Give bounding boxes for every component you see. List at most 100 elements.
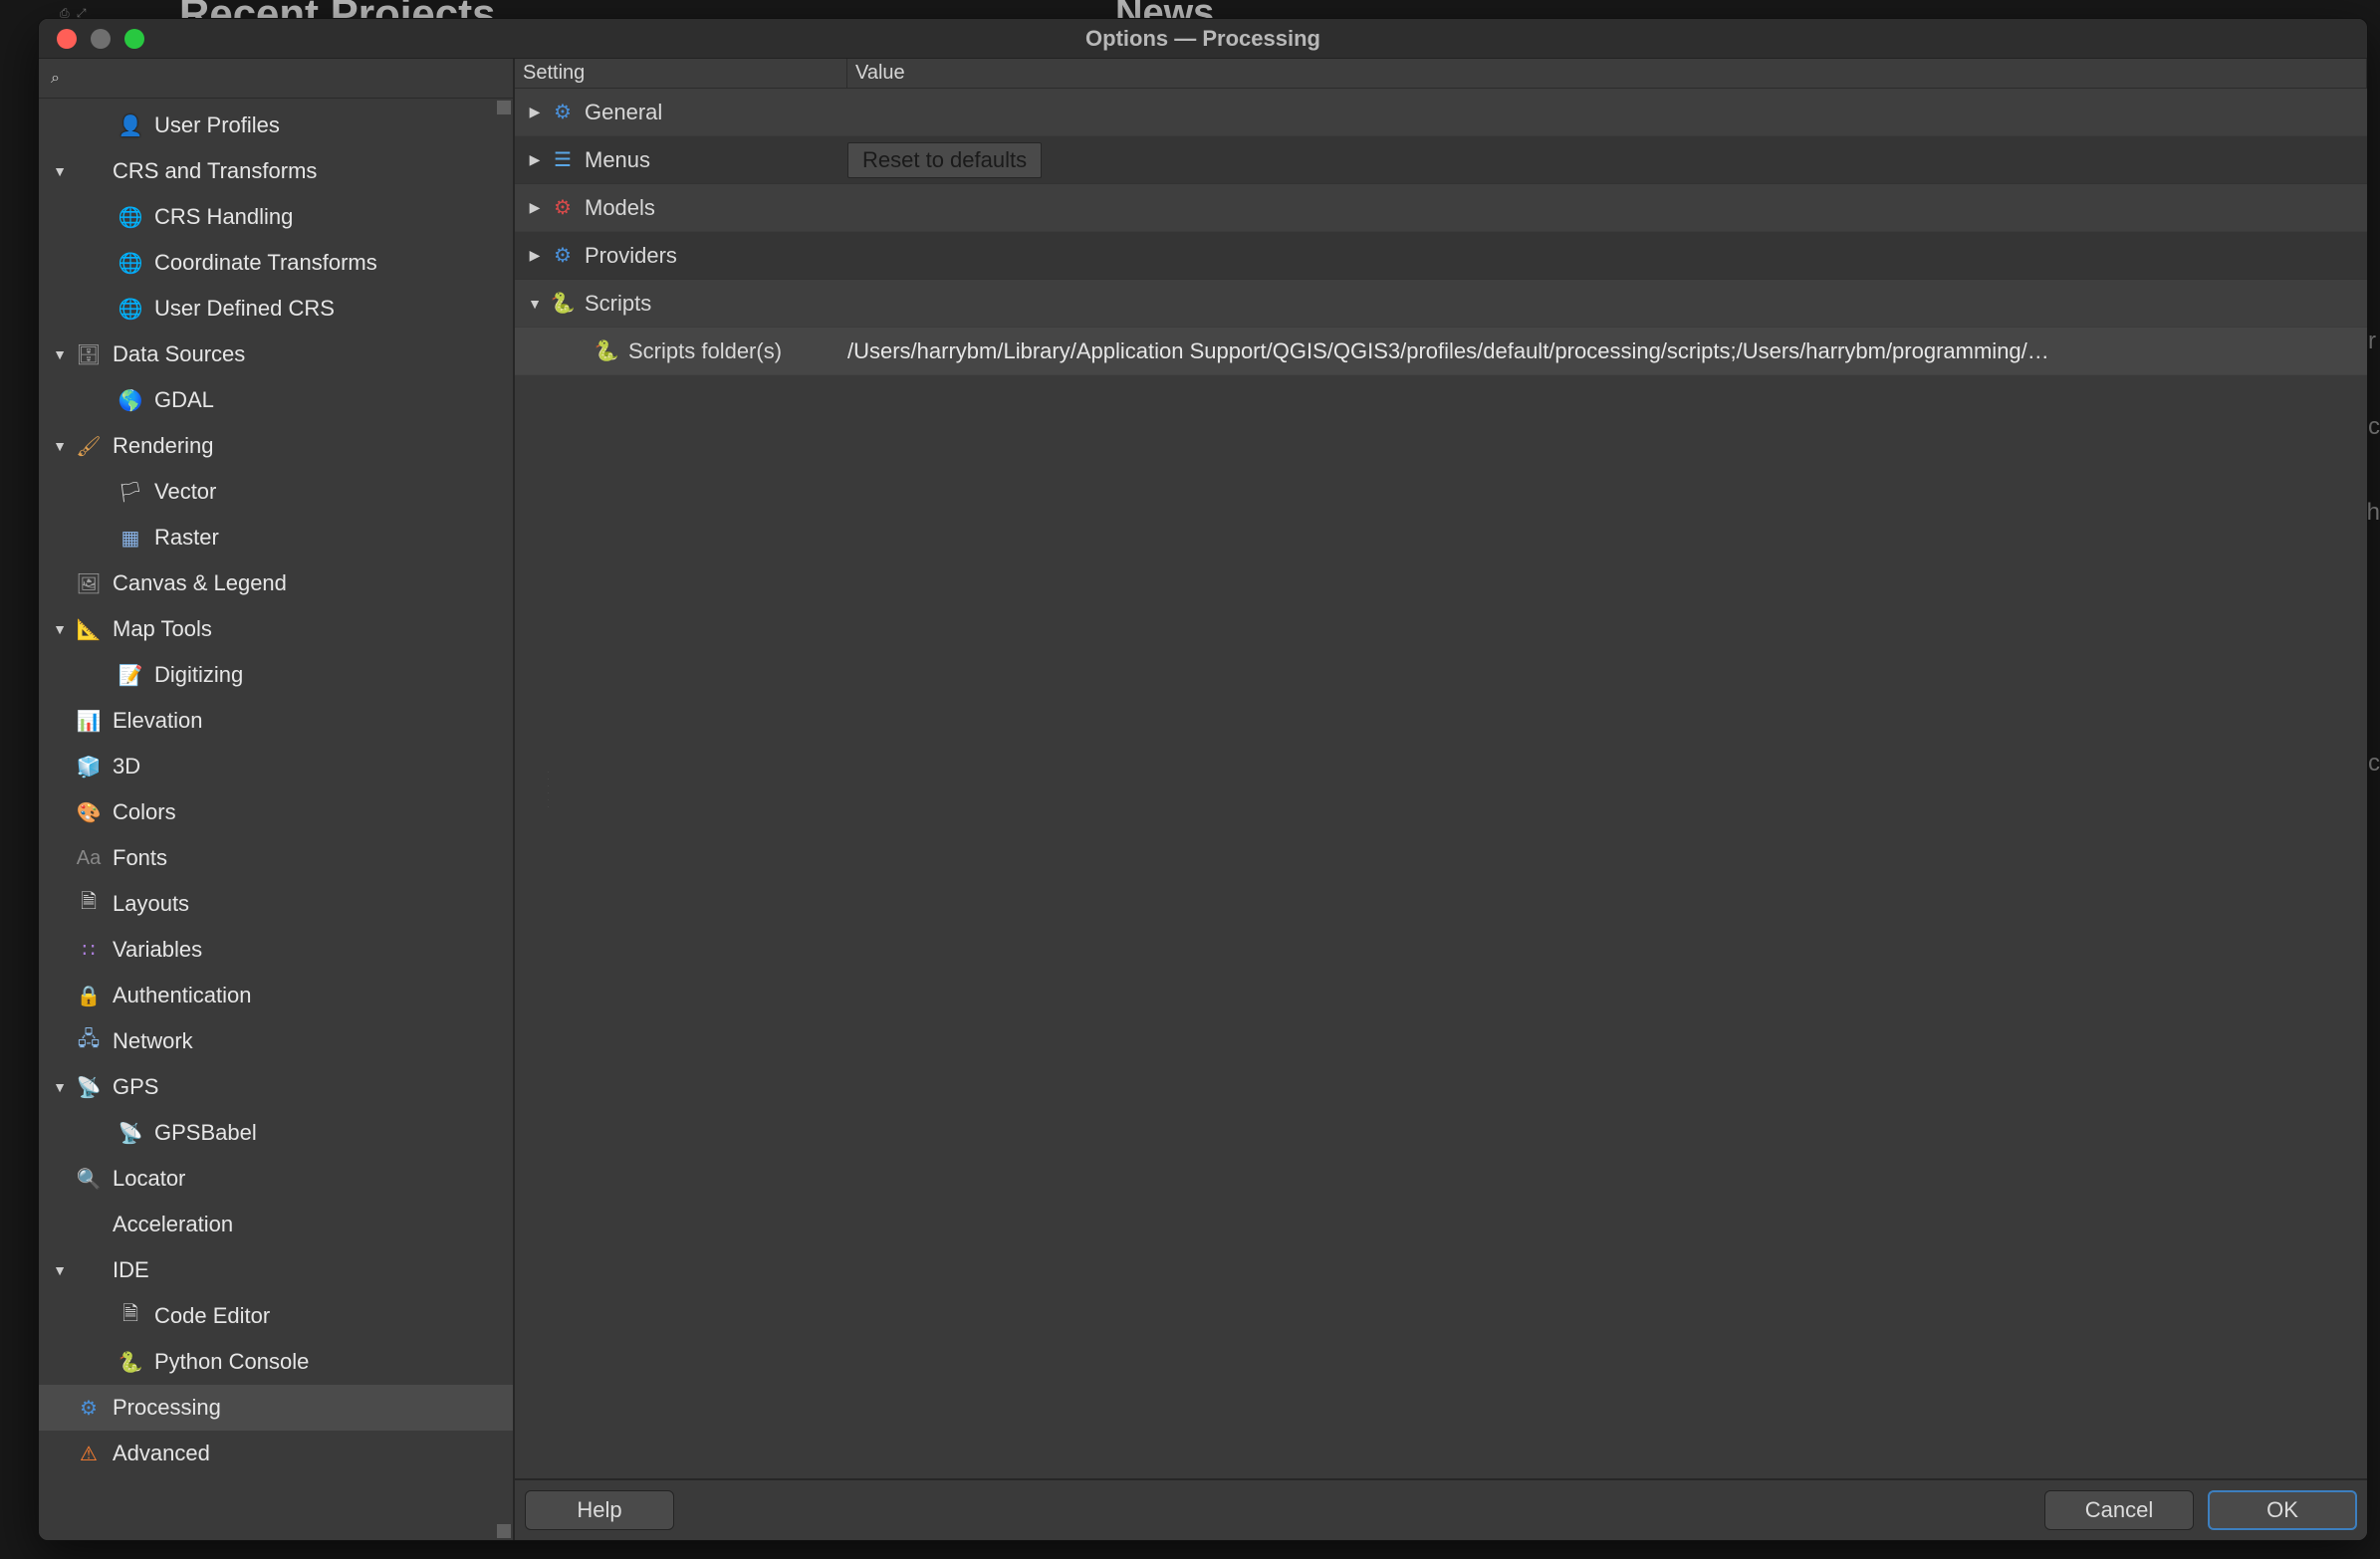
disclosure-icon[interactable]: ▶ xyxy=(521,151,549,168)
gpsbabel-icon: 📡 xyxy=(117,1119,144,1147)
sidebar-item-python-console[interactable]: ▶🐍Python Console xyxy=(39,1339,513,1385)
sidebar-item-code-editor[interactable]: ▶🗎Code Editor xyxy=(39,1293,513,1339)
disclosure-icon[interactable]: ▶ xyxy=(521,104,549,120)
sidebar-item-gps[interactable]: ▼📡 GPS xyxy=(39,1064,513,1110)
sidebar-item-user-defined-crs[interactable]: ▶🌐User Defined CRS xyxy=(39,286,513,332)
setting-row-scripts[interactable]: ▼🐍Scripts xyxy=(515,280,2367,328)
sidebar-item-coord-transforms[interactable]: ▶🌐Coordinate Transforms xyxy=(39,240,513,286)
fonts-icon: Aa xyxy=(75,844,103,872)
reset-defaults-button[interactable]: Reset to defaults xyxy=(847,142,1042,178)
col-value-header[interactable]: Value xyxy=(847,59,2367,89)
sidebar-item-3d[interactable]: ▶🧊3D xyxy=(39,744,513,789)
sidebar-item-colors[interactable]: ▶🎨Colors xyxy=(39,789,513,835)
setting-row-general[interactable]: ▶⚙ General xyxy=(515,89,2367,136)
setting-label: Scripts xyxy=(585,291,651,317)
sidebar-item-acceleration[interactable]: ▶Acceleration xyxy=(39,1202,513,1247)
sidebar-item-label: User Profiles xyxy=(154,112,280,138)
sidebar: ⌕ ▶👤User Profiles ▼ CRS and Transforms ▶🌐CR… xyxy=(39,59,515,1540)
sidebar-item-label: GPS xyxy=(113,1074,158,1100)
search-input[interactable] xyxy=(66,67,507,90)
locator-icon: 🔍 xyxy=(75,1165,103,1193)
setting-row-providers[interactable]: ▶⚙Providers xyxy=(515,232,2367,280)
disclosure-icon[interactable]: ▼ xyxy=(45,1079,75,1095)
processing-icon: ⚙ xyxy=(75,1394,103,1422)
sidebar-item-label: GDAL xyxy=(154,387,214,413)
disclosure-icon[interactable]: ▼ xyxy=(45,163,75,179)
col-setting-header[interactable]: Setting xyxy=(515,59,847,89)
sidebar-item-label: Acceleration xyxy=(113,1212,233,1237)
titlebar: Options — Processing xyxy=(39,19,2367,59)
search-wrap: ⌕ xyxy=(39,59,513,99)
setting-row-scripts-folders[interactable]: 🐍 Scripts folder(s) /Users/harrybm/Library… xyxy=(515,328,2367,375)
sidebar-item-processing[interactable]: ▶⚙Processing xyxy=(39,1385,513,1431)
sidebar-item-rendering[interactable]: ▼🖌Rendering xyxy=(39,423,513,469)
user-defined-crs-icon: 🌐 xyxy=(117,295,144,323)
setting-row-menus[interactable]: ▶☰MenusReset to defaults xyxy=(515,136,2367,184)
sidebar-item-ide[interactable]: ▼IDE xyxy=(39,1247,513,1293)
setting-cell: ▶☰Menus xyxy=(515,146,847,174)
disclosure-icon[interactable]: ▼ xyxy=(45,346,75,362)
sidebar-item-crs-transforms[interactable]: ▼ CRS and Transforms xyxy=(39,148,513,194)
setting-row-models[interactable]: ▶⚙Models xyxy=(515,184,2367,232)
sidebar-item-locator[interactable]: ▶🔍Locator xyxy=(39,1156,513,1202)
disclosure-icon[interactable]: ▶ xyxy=(521,247,549,264)
sidebar-item-crs-handling[interactable]: ▶🌐CRS Handling xyxy=(39,194,513,240)
sidebar-item-layouts[interactable]: ▶🗎Layouts xyxy=(39,881,513,927)
setting-cell: 🐍 Scripts folder(s) xyxy=(515,337,847,365)
split-grip[interactable] xyxy=(509,770,519,829)
setting-cell: ▼🐍Scripts xyxy=(515,290,847,318)
coord-transforms-icon: 🌐 xyxy=(117,249,144,277)
minimize-button[interactable] xyxy=(91,29,111,49)
sidebar-item-vector[interactable]: ▶🏳Vector xyxy=(39,469,513,515)
disclosure-icon[interactable]: ▼ xyxy=(521,296,549,312)
scripts-folders-icon: 🐍 xyxy=(593,337,620,365)
scroll-down-stub[interactable] xyxy=(497,1524,511,1538)
models-icon: ⚙ xyxy=(549,194,577,222)
sidebar-item-label: Rendering xyxy=(113,433,214,459)
sidebar-item-label: Digitizing xyxy=(154,662,243,688)
general-icon: ⚙ xyxy=(549,99,577,126)
sidebar-item-digitizing[interactable]: ▶📝Digitizing xyxy=(39,652,513,698)
sidebar-item-label: Processing xyxy=(113,1395,221,1421)
sidebar-item-raster[interactable]: ▶▦Raster xyxy=(39,515,513,560)
sidebar-item-gpsbabel[interactable]: ▶📡GPSBabel xyxy=(39,1110,513,1156)
sidebar-tree[interactable]: ▶👤User Profiles ▼ CRS and Transforms ▶🌐CRS … xyxy=(39,99,513,1540)
sidebar-item-label: Code Editor xyxy=(154,1303,270,1329)
sidebar-item-authentication[interactable]: ▶🔒Authentication xyxy=(39,973,513,1018)
disclosure-icon[interactable]: ▼ xyxy=(45,438,75,454)
disclosure-icon[interactable]: ▼ xyxy=(45,1262,75,1278)
sidebar-item-variables[interactable]: ▶∷Variables xyxy=(39,927,513,973)
disclosure-icon[interactable]: ▶ xyxy=(521,199,549,216)
help-button[interactable]: Help xyxy=(525,1490,674,1530)
sidebar-item-elevation[interactable]: ▶📊Elevation xyxy=(39,698,513,744)
sidebar-item-canvas-legend[interactable]: ▶🖼Canvas & Legend xyxy=(39,560,513,606)
sidebar-item-label: Python Console xyxy=(154,1349,309,1375)
sidebar-item-data-sources[interactable]: ▼🗄Data Sources xyxy=(39,332,513,377)
sidebar-item-advanced[interactable]: ▶⚠Advanced xyxy=(39,1431,513,1476)
setting-label: Scripts folder(s) xyxy=(628,338,782,364)
python-console-icon: 🐍 xyxy=(117,1348,144,1376)
close-button[interactable] xyxy=(57,29,77,49)
disclosure-icon[interactable]: ▼ xyxy=(45,621,75,637)
ok-button[interactable]: OK xyxy=(2208,1490,2357,1530)
sidebar-item-network[interactable]: ▶🖧Network xyxy=(39,1018,513,1064)
maximize-button[interactable] xyxy=(124,29,144,49)
crs-handling-icon: 🌐 xyxy=(117,203,144,231)
sidebar-item-user-profiles[interactable]: ▶👤User Profiles xyxy=(39,103,513,148)
cancel-button[interactable]: Cancel xyxy=(2044,1490,2194,1530)
scroll-up-stub[interactable] xyxy=(497,101,511,114)
sidebar-item-label: Map Tools xyxy=(113,616,212,642)
sidebar-item-gdal[interactable]: ▶🌎GDAL xyxy=(39,377,513,423)
search-icon: ⌕ xyxy=(51,70,60,88)
setting-label: General xyxy=(585,100,662,125)
code-editor-icon: 🗎 xyxy=(117,1302,144,1330)
gps-icon: 📡 xyxy=(75,1073,103,1101)
value-cell[interactable]: /Users/harrybm/Library/Application Suppo… xyxy=(847,328,2367,375)
sidebar-item-label: GPSBabel xyxy=(154,1120,257,1146)
sidebar-item-label: Fonts xyxy=(113,845,167,871)
advanced-icon: ⚠ xyxy=(75,1440,103,1467)
sidebar-item-map-tools[interactable]: ▼📐Map Tools xyxy=(39,606,513,652)
sidebar-item-label: CRS and Transforms xyxy=(113,158,317,184)
sidebar-item-fonts[interactable]: ▶AaFonts xyxy=(39,835,513,881)
sidebar-item-label: Canvas & Legend xyxy=(113,570,287,596)
